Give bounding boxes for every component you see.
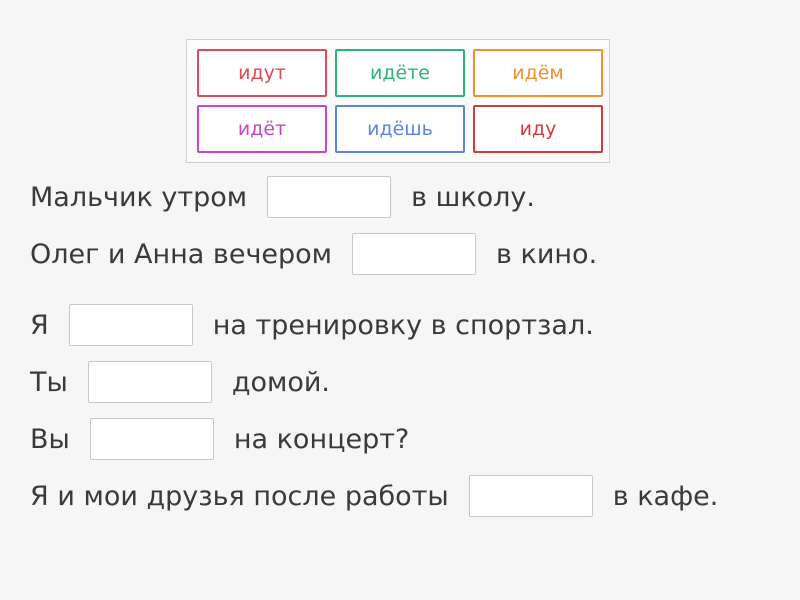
- answer-drop-zone[interactable]: [68, 304, 193, 346]
- word-chip-idut[interactable]: идут: [197, 49, 327, 97]
- sentence-text-before: Я: [30, 309, 49, 341]
- sentence-text-before: Олег и Анна вечером: [30, 238, 333, 270]
- sentence-text-after: на концерт?: [233, 423, 410, 455]
- answer-drop-zone[interactable]: [267, 176, 392, 218]
- sentence-text-after: домой.: [231, 366, 331, 398]
- answer-drop-zone[interactable]: [468, 475, 593, 517]
- sentence-3: Я на тренировку в спортзал.: [30, 303, 594, 347]
- word-chip-idyote[interactable]: идёте: [335, 49, 465, 97]
- sentence-text-before: Мальчик утром: [30, 181, 248, 213]
- word-bank: идут идёте идём идёт идёшь иду: [186, 39, 610, 163]
- sentence-1: Мальчик утром в школу.: [30, 175, 535, 219]
- word-chip-idyosh[interactable]: идёшь: [335, 105, 465, 153]
- sentence-2: Олег и Анна вечером в кино.: [30, 232, 597, 276]
- word-chip-idyom[interactable]: идём: [473, 49, 603, 97]
- answer-drop-zone[interactable]: [352, 233, 477, 275]
- sentence-text-after: в кафе.: [612, 480, 719, 512]
- sentence-text-after: в кино.: [496, 238, 598, 270]
- answer-drop-zone[interactable]: [89, 418, 214, 460]
- sentence-text-before: Ты: [30, 366, 68, 398]
- answer-drop-zone[interactable]: [87, 361, 212, 403]
- word-chip-idyot[interactable]: идёт: [197, 105, 327, 153]
- sentence-6: Я и мои друзья после работы в кафе.: [30, 474, 718, 518]
- sentence-5: Вы на концерт?: [30, 417, 409, 461]
- sentence-text-before: Я и мои друзья после работы: [30, 480, 449, 512]
- sentence-4: Ты домой.: [30, 360, 330, 404]
- sentence-text-after: в школу.: [411, 181, 535, 213]
- word-chip-idu[interactable]: иду: [473, 105, 603, 153]
- sentence-text-before: Вы: [30, 423, 70, 455]
- sentence-text-after: на тренировку в спортзал.: [212, 309, 594, 341]
